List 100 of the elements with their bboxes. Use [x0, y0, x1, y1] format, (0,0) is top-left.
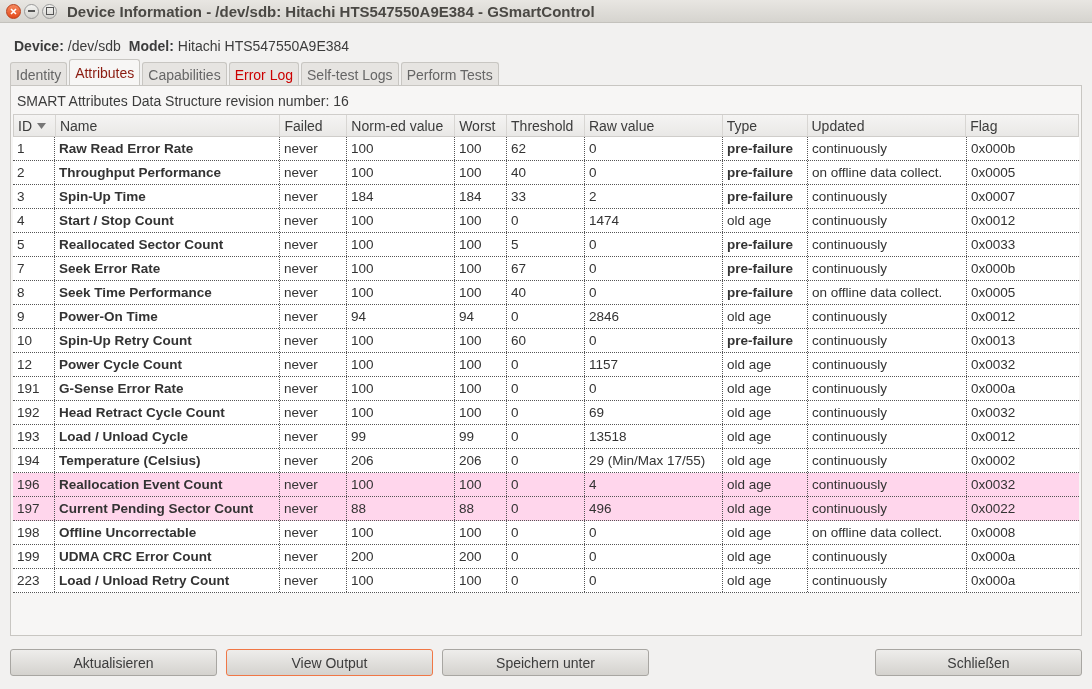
id-cell-text: 9: [16, 308, 26, 326]
failed-cell: never: [279, 233, 346, 256]
column-header[interactable]: Updated: [806, 115, 966, 136]
updated-cell: on offline data collect.: [807, 161, 966, 184]
id-cell-text: 223: [16, 572, 41, 590]
updated-cell: continuously: [807, 473, 966, 496]
worst-cell: 100: [454, 521, 506, 544]
device-value: /dev/sdb: [67, 38, 121, 54]
table-row[interactable]: 191 G-Sense Error Rate never 100 100 0 0 old age continuously 0x000a: [13, 377, 1079, 401]
raw-value-cell: 69: [584, 401, 722, 424]
minimize-icon[interactable]: [24, 3, 39, 19]
tab[interactable]: Error Log: [228, 62, 299, 85]
threshold-cell: 0: [506, 545, 584, 568]
column-header[interactable]: Flag: [965, 115, 1078, 136]
close-button[interactable]: Schließen: [875, 649, 1082, 676]
flag-cell: 0x000a: [966, 569, 1079, 592]
tab[interactable]: Identity: [10, 62, 68, 85]
table-row[interactable]: 198 Offline Uncorrectable never 100 100 0 0 old age on offline data collect. 0x0008: [13, 521, 1079, 545]
tab[interactable]: Capabilities: [142, 62, 227, 85]
table-row[interactable]: 10 Spin-Up Retry Count never 100 100 60 0 pre-failure continuously 0x0013: [13, 329, 1079, 353]
dialog-button[interactable]: Aktualisieren: [10, 649, 217, 676]
normed-value-cell: 100: [346, 137, 454, 160]
worst-cell: 100: [454, 329, 506, 352]
failed-cell: never: [279, 497, 346, 520]
attribute-name: Throughput Performance: [54, 161, 279, 184]
attribute-name: Reallocated Sector Count: [54, 233, 279, 256]
table-row[interactable]: 193 Load / Unload Cycle never 99 99 0 13518 old age continuously 0x0012: [13, 425, 1079, 449]
table-row[interactable]: 197 Current Pending Sector Count never 88 88 0 496 old age continuously 0x0022: [13, 497, 1079, 521]
type-cell: old age: [722, 497, 807, 520]
worst-cell: 100: [454, 569, 506, 592]
close-icon[interactable]: [6, 3, 21, 19]
table-row[interactable]: 196 Reallocation Event Count never 100 100 0 4 old age continuously 0x0032: [13, 473, 1079, 497]
worst-cell: 100: [454, 401, 506, 424]
id-cell-text: 7: [16, 260, 26, 278]
worst-cell: 206: [454, 449, 506, 472]
tab[interactable]: Attributes: [69, 59, 141, 85]
type-cell: old age: [722, 521, 807, 544]
type-cell: pre-failure: [722, 281, 807, 304]
updated-cell: continuously: [807, 185, 966, 208]
worst-cell: 100: [454, 257, 506, 280]
threshold-cell: 0: [506, 305, 584, 328]
normed-value-cell: 88: [346, 497, 454, 520]
column-header[interactable]: Worst: [454, 115, 507, 136]
failed-cell: never: [279, 305, 346, 328]
maximize-icon[interactable]: [42, 3, 57, 19]
normed-value-cell: 100: [346, 401, 454, 424]
worst-cell: 100: [454, 377, 506, 400]
updated-cell: continuously: [807, 209, 966, 232]
updated-cell: continuously: [807, 569, 966, 592]
flag-cell: 0x000b: [966, 257, 1079, 280]
threshold-cell: 0: [506, 401, 584, 424]
table-row[interactable]: 223 Load / Unload Retry Count never 100 100 0 0 old age continuously 0x000a: [13, 569, 1079, 593]
flag-cell: 0x0005: [966, 281, 1079, 304]
raw-value-cell: 496: [584, 497, 722, 520]
id-cell-text: 8: [16, 284, 26, 302]
raw-value-cell: 0: [584, 377, 722, 400]
type-cell: old age: [722, 305, 807, 328]
column-header[interactable]: Norm-ed value: [346, 115, 455, 136]
flag-cell: 0x0002: [966, 449, 1079, 472]
normed-value-cell: 100: [346, 329, 454, 352]
normed-value-cell: 100: [346, 377, 454, 400]
column-header[interactable]: Failed: [279, 115, 347, 136]
column-header[interactable]: Type: [721, 115, 807, 136]
updated-cell: continuously: [807, 449, 966, 472]
flag-cell: 0x0032: [966, 473, 1079, 496]
table-row[interactable]: 12 Power Cycle Count never 100 100 0 1157 old age continuously 0x0032: [13, 353, 1079, 377]
table-row[interactable]: 5 Reallocated Sector Count never 100 100 5 0 pre-failure continuously 0x0033: [13, 233, 1079, 257]
tab[interactable]: Perform Tests: [400, 62, 499, 85]
threshold-cell: 0: [506, 353, 584, 376]
attribute-name: Load / Unload Retry Count: [54, 569, 279, 592]
table-row[interactable]: 1 Raw Read Error Rate never 100 100 62 0 pre-failure continuously 0x000b: [13, 137, 1079, 161]
table-row[interactable]: 4 Start / Stop Count never 100 100 0 1474 old age continuously 0x0012: [13, 209, 1079, 233]
flag-cell: 0x0033: [966, 233, 1079, 256]
table-row[interactable]: 192 Head Retract Cycle Count never 100 100 0 69 old age continuously 0x0032: [13, 401, 1079, 425]
dialog-button[interactable]: Speichern unter: [442, 649, 649, 676]
device-label: Device:: [14, 38, 64, 54]
column-header[interactable]: Threshold: [506, 115, 584, 136]
tab[interactable]: Self-test Logs: [301, 62, 399, 85]
type-cell: old age: [722, 449, 807, 472]
worst-cell: 100: [454, 353, 506, 376]
failed-cell: never: [279, 281, 346, 304]
flag-cell: 0x0012: [966, 425, 1079, 448]
table-row[interactable]: 2 Throughput Performance never 100 100 40 0 pre-failure on offline data collect. 0x0005: [13, 161, 1079, 185]
table-row[interactable]: 194 Temperature (Celsius) never 206 206 0 29 (Min/Max 17/55) old age continuously 0x0002: [13, 449, 1079, 473]
column-header[interactable]: ID: [14, 115, 55, 136]
flag-cell: 0x0013: [966, 329, 1079, 352]
threshold-cell: 62: [506, 137, 584, 160]
dialog-button[interactable]: View Output: [226, 649, 433, 676]
type-cell: old age: [722, 473, 807, 496]
column-header[interactable]: Name: [54, 115, 280, 136]
table-row[interactable]: 199 UDMA CRC Error Count never 200 200 0 0 old age continuously 0x000a: [13, 545, 1079, 569]
type-cell: old age: [722, 209, 807, 232]
normed-value-cell: 99: [346, 425, 454, 448]
table-row[interactable]: 3 Spin-Up Time never 184 184 33 2 pre-failure continuously 0x0007: [13, 185, 1079, 209]
failed-cell: never: [279, 353, 346, 376]
table-row[interactable]: 8 Seek Time Performance never 100 100 40 0 pre-failure on offline data collect. 0x0005: [13, 281, 1079, 305]
table-row[interactable]: 7 Seek Error Rate never 100 100 67 0 pre-failure continuously 0x000b: [13, 257, 1079, 281]
table-row[interactable]: 9 Power-On Time never 94 94 0 2846 old age continuously 0x0012: [13, 305, 1079, 329]
id-cell-text: 196: [16, 476, 41, 494]
column-header[interactable]: Raw value: [583, 115, 722, 136]
